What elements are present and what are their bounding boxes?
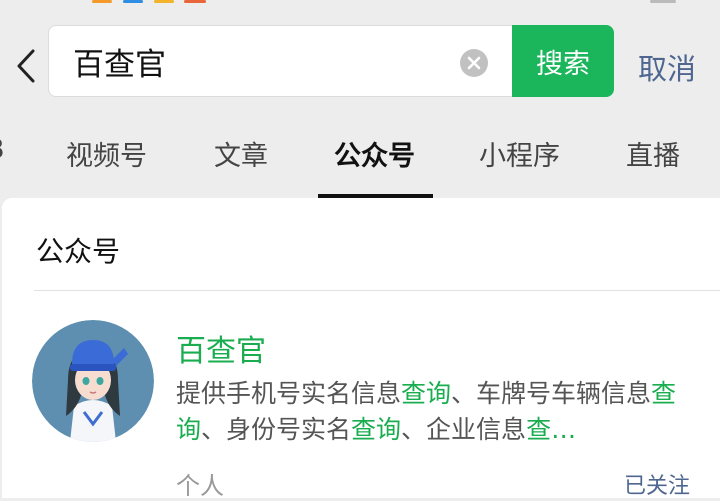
follow-status[interactable]: 已关注 bbox=[624, 468, 690, 500]
search-input[interactable] bbox=[73, 26, 453, 96]
desc-highlight: 查… bbox=[526, 415, 577, 444]
account-type: 个人 bbox=[176, 472, 224, 500]
tab-offscreen-fragment[interactable]: B bbox=[0, 134, 5, 165]
tab-live[interactable]: 直播 bbox=[626, 134, 680, 173]
desc-highlight: 查询 bbox=[401, 379, 452, 408]
desc-highlight: 查询 bbox=[351, 415, 402, 444]
account-result[interactable]: 百查官 提供手机号实名信息查询、车牌号车辆信息查询、身份号实名查询、企业信息查…… bbox=[2, 298, 720, 500]
category-tabs: B 视频号 文章 公众号 小程序 直播 bbox=[0, 112, 720, 198]
tab-mini-programs[interactable]: 小程序 bbox=[479, 134, 560, 173]
desc-text: 、企业信息 bbox=[401, 415, 527, 444]
status-bar-remnant bbox=[0, 0, 720, 8]
search-button[interactable]: 搜索 bbox=[512, 25, 614, 97]
tab-official-accounts[interactable]: 公众号 bbox=[334, 134, 415, 173]
avatar bbox=[32, 320, 154, 442]
account-name: 百查官 bbox=[176, 334, 266, 369]
back-button[interactable] bbox=[8, 44, 44, 88]
results-card: 公众号 百查官 提供手机号实名信息查询、车牌号车辆信息查询、身份号实名查询、企业… bbox=[2, 198, 720, 500]
chevron-left-icon bbox=[17, 49, 35, 83]
tab-articles[interactable]: 文章 bbox=[214, 134, 268, 173]
divider bbox=[34, 290, 720, 291]
clear-circle-icon bbox=[467, 56, 481, 70]
desc-text: 提供手机号实名信息 bbox=[176, 379, 402, 408]
cancel-button[interactable]: 取消 bbox=[638, 46, 696, 88]
search-box: 搜索 bbox=[48, 25, 614, 97]
clear-button[interactable] bbox=[460, 49, 488, 77]
search-header: 搜索 取消 bbox=[0, 8, 720, 112]
desc-text: 、身份号实名 bbox=[201, 415, 352, 444]
desc-text: 、车牌号车辆信息 bbox=[451, 379, 652, 408]
section-title: 公众号 bbox=[36, 235, 121, 268]
account-description: 提供手机号实名信息查询、车牌号车辆信息查询、身份号实名查询、企业信息查… bbox=[176, 376, 696, 448]
tab-channels[interactable]: 视频号 bbox=[66, 134, 147, 173]
